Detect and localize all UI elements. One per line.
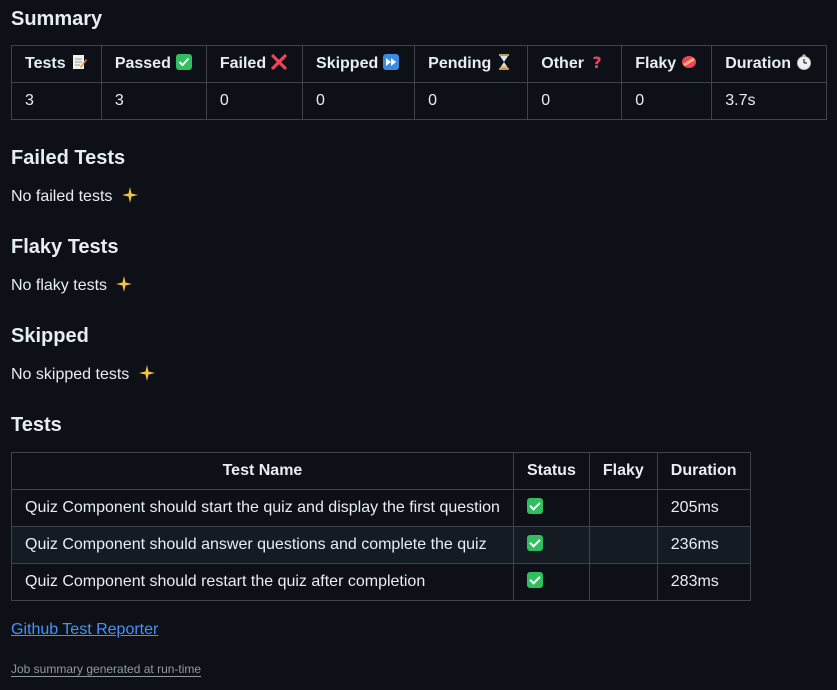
summary-table: Tests Passed Failed Skipped Pending Othe… [11,45,827,120]
tests-header-duration: Duration [656,452,751,490]
sparkles-icon [121,187,138,203]
hourglass-icon [499,54,510,70]
tests-header-flaky: Flaky [588,452,658,490]
github-test-reporter-link[interactable]: Github Test Reporter [11,618,158,642]
summary-value-failed: 0 [205,82,304,120]
sparkles-icon [116,276,133,292]
sparkles-icon [138,365,155,381]
test-status [512,489,590,527]
summary-header-other: Other? [527,45,623,83]
test-flaky [588,526,658,564]
table-row: Quiz Component should answer questions a… [11,526,751,564]
test-duration: 236ms [656,526,751,564]
memo-icon [72,55,87,69]
fast-forward-icon [383,54,400,70]
summary-value-tests: 3 [11,82,102,120]
summary-header-passed: Passed [100,45,207,83]
passed-check-icon [526,498,543,514]
test-duration: 205ms [656,489,751,527]
summary-value-flaky: 0 [621,82,713,120]
summary-header-failed: Failed [205,45,304,83]
tests-header-name: Test Name [11,452,514,490]
summary-heading: Summary [11,8,103,30]
stopwatch-icon [797,54,811,70]
tests-table: Test Name Status Flaky Duration Quiz Com… [11,452,751,601]
passed-check-icon [526,535,543,551]
job-summary-page: Summary Tests Passed Failed Skipped Pend… [0,0,837,690]
summary-value-passed: 3 [100,82,207,120]
test-name: Quiz Component should start the quiz and… [11,489,514,527]
table-row: Quiz Component should restart the quiz a… [11,563,751,601]
skipped-heading: Skipped [11,325,89,347]
summary-header-tests: Tests [11,45,102,83]
job-summary-footer: Job summary generated at run-time [11,662,202,677]
summary-header-skipped: Skipped [302,45,416,83]
check-icon [175,54,192,70]
test-flaky [588,563,658,601]
summary-header-duration: Duration [711,45,827,83]
test-name: Quiz Component should restart the quiz a… [11,563,514,601]
summary-value-other: 0 [527,82,623,120]
flaky-tests-note: No flaky tests [11,274,133,298]
flaky-tests-heading: Flaky Tests [11,236,119,258]
failed-tests-note: No failed tests [11,185,139,209]
test-status [512,526,590,564]
skipped-tests-note: No skipped tests [11,363,156,387]
summary-header-flaky: Flaky [621,45,713,83]
passed-check-icon [526,572,543,588]
summary-value-duration: 3.7s [711,82,827,120]
question-icon: ? [592,53,601,71]
summary-value-pending: 0 [414,82,529,120]
tests-heading: Tests [11,414,62,436]
test-duration: 283ms [656,563,751,601]
test-name: Quiz Component should answer questions a… [11,526,514,564]
table-row: Quiz Component should start the quiz and… [11,489,751,527]
flaky-icon [682,56,697,68]
test-status [512,563,590,601]
cross-icon [271,54,287,70]
test-flaky [588,489,658,527]
summary-values-row: 3 3 0 0 0 0 0 3.7s [11,82,827,120]
svg-text:?: ? [592,53,601,71]
summary-header-pending: Pending [414,45,529,83]
summary-value-skipped: 0 [302,82,416,120]
failed-tests-heading: Failed Tests [11,147,126,169]
tests-header-status: Status [512,452,590,490]
